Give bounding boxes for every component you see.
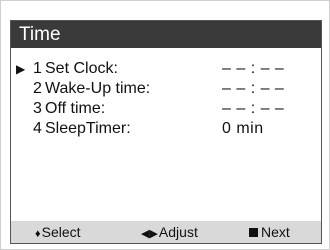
menu-item-number: 1 bbox=[33, 60, 42, 77]
adjust-hint: ◀▶Adjust bbox=[141, 221, 198, 245]
menu-item-label: SleepTimer: bbox=[45, 120, 131, 137]
next-hint: Next bbox=[249, 221, 290, 243]
time-menu-panel: Time ▶ 1 Set Clock: – – : – – 2 Wake-Up … bbox=[10, 20, 322, 244]
menu-item-value: 0 min bbox=[222, 120, 264, 137]
menu-item-number: 4 bbox=[33, 120, 42, 137]
menu-item-number: 2 bbox=[33, 80, 42, 97]
select-hint: ♦Select bbox=[35, 221, 81, 245]
up-down-arrows-icon: ♦ bbox=[35, 228, 41, 240]
stop-square-icon bbox=[249, 228, 258, 237]
select-hint-label: Select bbox=[41, 224, 81, 240]
menu-item-wake-up-time[interactable]: 2 Wake-Up time: – – : – – bbox=[11, 79, 321, 99]
menu-item-label: Off time: bbox=[45, 100, 106, 117]
menu-item-set-clock[interactable]: ▶ 1 Set Clock: – – : – – bbox=[11, 59, 321, 79]
menu-item-label: Set Clock: bbox=[45, 60, 118, 77]
menu-item-off-time[interactable]: 3 Off time: – – : – – bbox=[11, 99, 321, 119]
right-triangle-icon: ▶ bbox=[16, 62, 26, 76]
tv-screen: Time ▶ 1 Set Clock: – – : – – 2 Wake-Up … bbox=[0, 0, 330, 250]
adjust-hint-label: Adjust bbox=[158, 224, 198, 240]
next-hint-label: Next bbox=[261, 224, 290, 240]
left-right-arrows-icon: ◀▶ bbox=[141, 228, 158, 240]
menu-item-value: – – : – – bbox=[222, 60, 285, 77]
menu-footer-hints: ♦Select ◀▶Adjust Next bbox=[11, 221, 321, 243]
menu-item-value: – – : – – bbox=[222, 100, 285, 117]
menu-item-number: 3 bbox=[33, 100, 42, 117]
menu-item-value: – – : – – bbox=[222, 80, 285, 97]
menu-title: Time bbox=[11, 21, 321, 48]
menu-item-label: Wake-Up time: bbox=[45, 80, 151, 97]
menu-item-sleep-timer[interactable]: 4 SleepTimer: 0 min bbox=[11, 119, 321, 139]
